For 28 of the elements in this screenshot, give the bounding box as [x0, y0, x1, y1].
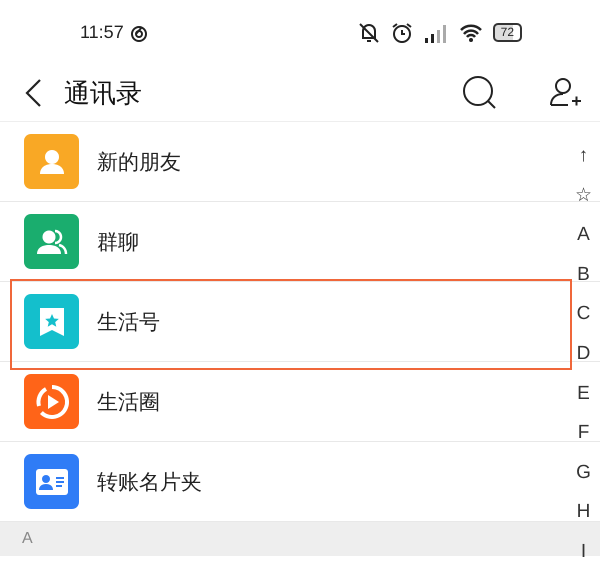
index-letter[interactable]: ↑ [578, 136, 588, 176]
contact-menu-item[interactable]: 群聊 [97, 228, 139, 256]
swirl-icon [130, 24, 148, 42]
contact-menu-item[interactable]: 转账名片夹 [97, 468, 202, 496]
index-letter[interactable]: F [578, 413, 590, 453]
search-button[interactable] [462, 75, 498, 111]
index-letter[interactable]: E [577, 374, 590, 414]
status-time: 11:57 [80, 22, 124, 43]
index-letter[interactable]: I [580, 532, 586, 563]
index-letter[interactable]: ☆ [575, 176, 592, 216]
index-letter[interactable]: G [576, 452, 591, 492]
back-button[interactable] [24, 78, 44, 108]
alarm-icon [390, 22, 413, 44]
page-title: 通讯录 [64, 78, 143, 110]
contact-menu-item[interactable]: 生活号 [97, 308, 160, 336]
contact-card-icon [34, 468, 68, 496]
index-letter[interactable]: A [577, 215, 590, 255]
contact-menu-item[interactable]: 新的朋友 [97, 148, 181, 176]
mute-bell-icon [356, 22, 381, 44]
index-letter[interactable]: C [576, 294, 590, 334]
wifi-icon [458, 22, 483, 42]
index-letter[interactable]: H [576, 492, 590, 532]
index-letter[interactable]: D [576, 334, 590, 374]
contact-menu-item[interactable]: 生活圈 [97, 388, 160, 416]
play-circle-icon [34, 384, 70, 420]
index-letter[interactable]: B [577, 254, 590, 294]
bookmark-star-icon [38, 306, 64, 336]
battery-level: 72 [492, 23, 522, 42]
